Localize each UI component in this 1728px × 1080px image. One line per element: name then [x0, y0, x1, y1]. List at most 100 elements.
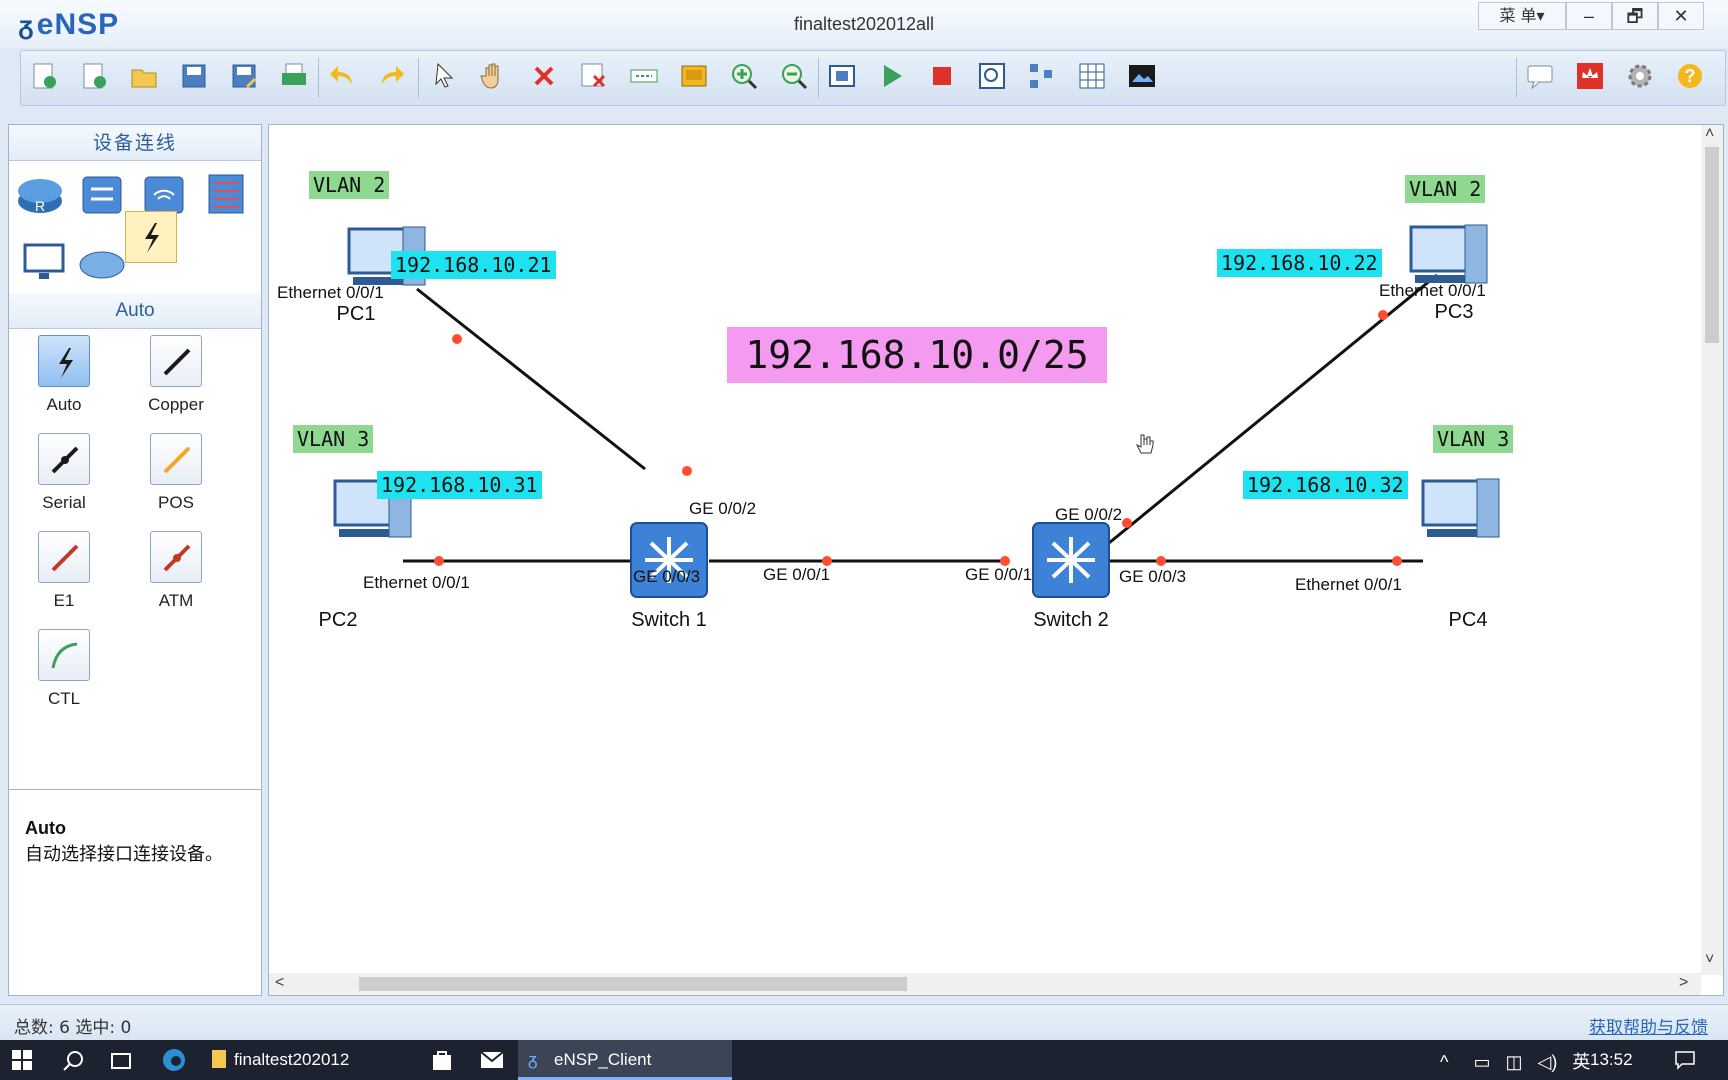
open-icon[interactable]	[128, 60, 160, 92]
scroll-down-icon[interactable]: ˅	[1705, 951, 1714, 969]
new-topology-icon[interactable]	[28, 60, 60, 92]
windows-start-icon[interactable]	[12, 1050, 32, 1070]
tray-chevron-up-icon[interactable]: ^	[1440, 1052, 1448, 1072]
cable-serial[interactable]: Serial	[9, 433, 119, 513]
vertical-scrollbar[interactable]: ˄ ˅	[1701, 125, 1723, 975]
pos-cable-icon	[163, 446, 191, 474]
cloud-icon[interactable]	[77, 237, 127, 287]
edge-browser-icon[interactable]	[162, 1048, 186, 1072]
restore-button[interactable]: 🗗	[1612, 2, 1658, 30]
switch-icon[interactable]	[77, 169, 127, 219]
fit-icon[interactable]	[826, 60, 858, 92]
help-feedback-link[interactable]: 获取帮助与反馈	[1589, 1013, 1708, 1038]
taskbar-ensp-client[interactable]: ᵹ eNSP_Client	[518, 1040, 732, 1080]
switch1-name: Switch 1	[631, 609, 707, 631]
pc3-device[interactable]	[1409, 224, 1488, 284]
chat-icon[interactable]	[1524, 60, 1556, 92]
cable-icon[interactable]	[127, 213, 177, 263]
auto-cable-icon	[59, 348, 73, 378]
select-icon[interactable]	[428, 60, 460, 92]
delete-icon[interactable]	[528, 60, 560, 92]
print-icon[interactable]	[278, 60, 310, 92]
system-tray[interactable]: ^ ▭ ◫ ◁) 英	[1440, 1048, 1590, 1074]
mail-icon[interactable]	[480, 1050, 504, 1070]
zoom-out-icon[interactable]	[778, 60, 810, 92]
vertical-scroll-thumb[interactable]	[1705, 147, 1719, 343]
network-icon: ◫	[1505, 1052, 1523, 1072]
zoom-in-icon[interactable]	[728, 60, 760, 92]
screenshot-icon[interactable]	[1126, 60, 1158, 92]
palette-icon[interactable]	[678, 60, 710, 92]
undo-icon[interactable]	[326, 60, 358, 92]
pc2-ip-label[interactable]: 192.168.10.31	[377, 471, 542, 499]
capture-icon[interactable]	[976, 60, 1008, 92]
delete-all-links-icon[interactable]	[578, 60, 610, 92]
copper-cable-icon	[163, 348, 191, 376]
switch2-port-to-switch1: GE 0/0/1	[965, 565, 1033, 584]
switch2-device[interactable]	[1032, 522, 1110, 598]
cable-e1[interactable]: E1	[9, 531, 119, 611]
pc-icon[interactable]	[19, 237, 69, 287]
port-dot	[452, 334, 462, 344]
save-icon[interactable]	[178, 60, 210, 92]
cable-label: CTL	[47, 689, 81, 708]
redo-icon[interactable]	[376, 60, 408, 92]
cable-auto[interactable]: Auto	[9, 335, 119, 415]
minimize-button[interactable]: –	[1566, 2, 1612, 30]
taskbar-clock[interactable]: 13:52	[1590, 1050, 1633, 1070]
menu-button[interactable]: 菜 单▾	[1478, 2, 1566, 30]
switch1-port-to-pc2: GE 0/0/3	[633, 567, 701, 586]
firewall-icon[interactable]	[201, 169, 251, 219]
help-icon[interactable]: ?	[1674, 60, 1706, 92]
ensp-app-icon: ᵹ	[528, 1050, 538, 1069]
link-pc1-switch1[interactable]	[416, 287, 646, 471]
switch1-port-to-pc1: GE 0/0/2	[689, 499, 757, 518]
taskbar-folder[interactable]: finaltest202012	[206, 1040, 420, 1080]
cable-label: ATM	[158, 591, 194, 610]
pc3-ip-label[interactable]: 192.168.10.22	[1217, 249, 1382, 277]
save-as-icon[interactable]	[228, 60, 260, 92]
store-icon[interactable]	[430, 1048, 454, 1072]
scroll-up-icon[interactable]: ˄	[1705, 125, 1714, 143]
pc4-device[interactable]	[1421, 478, 1500, 538]
pc1-ip-label[interactable]: 192.168.10.21	[391, 251, 556, 279]
switch1-port-to-switch2: GE 0/0/1	[763, 565, 831, 584]
horizontal-scrollbar[interactable]: < >	[269, 973, 1701, 995]
topology-canvas[interactable]: VLAN 2 192.168.10.21 Ethernet 0/0/1 PC1 …	[268, 124, 1724, 996]
huawei-icon[interactable]	[1574, 60, 1606, 92]
pc3-port-label: Ethernet 0/0/1	[1379, 281, 1486, 300]
scroll-right-icon[interactable]: >	[1679, 974, 1688, 992]
taskbar-app-label: eNSP_Client	[554, 1050, 652, 1069]
network-label[interactable]: 192.168.10.0/25	[727, 327, 1107, 383]
topology-manage-icon[interactable]	[1026, 60, 1058, 92]
pc1-vlan-label[interactable]: VLAN 2	[309, 171, 390, 199]
task-view-icon[interactable]	[110, 1050, 132, 1072]
cable-panel-title: Auto	[9, 293, 261, 329]
stop-icon[interactable]	[926, 60, 958, 92]
new-example-icon[interactable]	[78, 60, 110, 92]
pc4-vlan-label[interactable]: VLAN 3	[1433, 425, 1514, 453]
cable-ctl[interactable]: CTL	[9, 629, 119, 709]
close-button[interactable]: ✕	[1658, 2, 1704, 30]
pc2-vlan-label[interactable]: VLAN 3	[293, 425, 374, 453]
pc3-vlan-label[interactable]: VLAN 2	[1405, 175, 1486, 203]
pan-icon[interactable]	[478, 60, 510, 92]
grid-icon[interactable]	[1076, 60, 1108, 92]
cable-pos[interactable]: POS	[121, 433, 231, 513]
pc1-port-label: Ethernet 0/0/1	[277, 283, 384, 302]
router-icon[interactable]: R	[15, 169, 65, 219]
notification-icon[interactable]	[1674, 1050, 1696, 1070]
search-icon[interactable]	[62, 1050, 84, 1072]
cable-label: E1	[53, 591, 75, 610]
switch2-port-to-pc3: GE 0/0/2	[1055, 505, 1123, 524]
cable-label: Auto	[46, 395, 82, 414]
text-icon[interactable]	[628, 60, 660, 92]
horizontal-scroll-thumb[interactable]	[359, 977, 907, 991]
start-icon[interactable]	[876, 60, 908, 92]
settings-icon[interactable]	[1624, 60, 1656, 92]
pc4-ip-label[interactable]: 192.168.10.32	[1243, 471, 1408, 499]
scroll-left-icon[interactable]: <	[275, 974, 284, 992]
ime-indicator[interactable]: 英	[1572, 1052, 1590, 1073]
cable-copper[interactable]: Copper	[121, 335, 231, 415]
cable-atm[interactable]: ATM	[121, 531, 231, 611]
